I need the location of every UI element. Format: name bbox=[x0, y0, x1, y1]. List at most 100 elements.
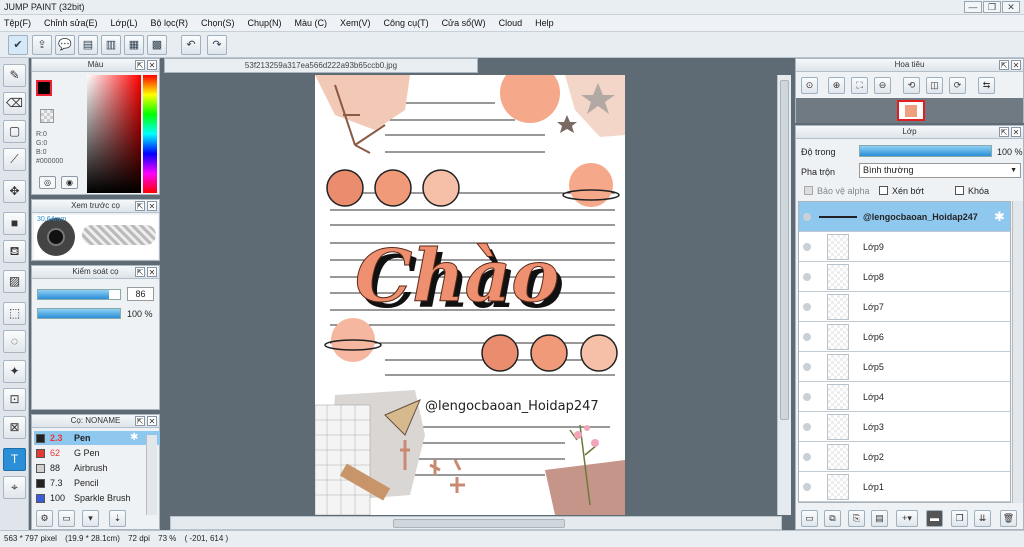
layer-row[interactable]: Lớp7 bbox=[799, 292, 1010, 322]
transparent-swatch[interactable] bbox=[40, 109, 54, 123]
rotate-reset-icon[interactable]: ◫ bbox=[926, 77, 943, 94]
eye-icon[interactable] bbox=[803, 483, 811, 491]
rotate-right-icon[interactable]: ⟳ bbox=[949, 77, 966, 94]
horizontal-scrollbar[interactable] bbox=[170, 516, 782, 530]
brush-size-value[interactable]: 86 bbox=[127, 287, 154, 301]
magic-wand-icon[interactable]: ✦ bbox=[3, 360, 26, 383]
brush-item-pencil[interactable]: 7.3 Pencil bbox=[34, 476, 160, 490]
zoom-out-icon[interactable]: ⊖ bbox=[874, 77, 891, 94]
brush-list-scrollbar[interactable] bbox=[146, 435, 157, 515]
layer-row[interactable]: Lớp4 bbox=[799, 382, 1010, 412]
eye-icon[interactable] bbox=[803, 333, 811, 341]
brush-tool-icon[interactable]: ✎ bbox=[3, 64, 26, 87]
add-layer-menu-icon[interactable]: +▾ bbox=[896, 510, 918, 527]
menu-edit[interactable]: Chỉnh sửa(E) bbox=[44, 18, 98, 28]
vertical-scroll-thumb[interactable] bbox=[780, 80, 789, 420]
menu-window[interactable]: Cửa sổ(W) bbox=[442, 18, 486, 28]
panel-float-icon[interactable]: ⇱ bbox=[135, 267, 145, 277]
bucket-tool-icon[interactable]: ⛾ bbox=[3, 240, 26, 263]
vertical-scrollbar[interactable] bbox=[777, 75, 791, 515]
panel-float-icon[interactable]: ⇱ bbox=[135, 416, 145, 426]
layer-list-scrollbar[interactable] bbox=[1012, 201, 1023, 503]
select-eraser-icon[interactable]: ⊠ bbox=[3, 416, 26, 439]
menu-filter[interactable]: Bộ lọc(R) bbox=[150, 18, 188, 28]
menu-help[interactable]: Help bbox=[535, 18, 554, 28]
minimize-button[interactable]: — bbox=[964, 1, 982, 13]
new-layer-copy-icon[interactable]: ⧉ bbox=[824, 510, 841, 527]
layer-opacity-slider[interactable] bbox=[859, 145, 992, 157]
panel-close-icon[interactable]: ✕ bbox=[147, 416, 157, 426]
duplicate-layer-icon[interactable]: ❐ bbox=[951, 510, 968, 527]
text-tool-icon[interactable]: T bbox=[3, 448, 26, 471]
brush-item-gpen[interactable]: 62 G Pen bbox=[34, 446, 160, 460]
gradient-tool-icon[interactable]: ▨ bbox=[3, 270, 26, 293]
brush-opacity-slider[interactable] bbox=[37, 308, 121, 319]
panel-close-icon[interactable]: ✕ bbox=[147, 267, 157, 277]
check-icon[interactable]: ✔ bbox=[8, 35, 28, 55]
document-tab[interactable]: 53f213259a317ea566d222a93b65ccb0.jpg bbox=[164, 58, 478, 73]
brush-menu-icon[interactable]: ▾ bbox=[82, 510, 99, 527]
eyedropper-tool-icon[interactable]: ⌖ bbox=[3, 476, 26, 499]
layer-row[interactable]: Lớp5 bbox=[799, 352, 1010, 382]
layer-row[interactable]: Lớp8 bbox=[799, 262, 1010, 292]
panel-float-icon[interactable]: ⇱ bbox=[135, 60, 145, 70]
color-wheel-icon[interactable]: ◎ bbox=[39, 176, 56, 189]
panel-float-icon[interactable]: ⇱ bbox=[135, 201, 145, 211]
export-icon[interactable]: ⇪ bbox=[32, 35, 52, 55]
rotate-left-icon[interactable]: ⟲ bbox=[903, 77, 920, 94]
page-icon[interactable]: ▦ bbox=[124, 35, 144, 55]
menu-view[interactable]: Xem(V) bbox=[340, 18, 371, 28]
menu-cloud[interactable]: Cloud bbox=[499, 18, 523, 28]
color-mixer-icon[interactable]: ◉ bbox=[61, 176, 78, 189]
redo-icon[interactable]: ↷ bbox=[207, 35, 227, 55]
panel-close-icon[interactable]: ✕ bbox=[147, 60, 157, 70]
eye-icon[interactable] bbox=[803, 453, 811, 461]
panel-float-icon[interactable]: ⇱ bbox=[999, 60, 1009, 70]
panel-float-icon[interactable]: ⇱ bbox=[999, 127, 1009, 137]
eye-icon[interactable] bbox=[803, 363, 811, 371]
merge-layer-icon[interactable]: ⇊ bbox=[974, 510, 991, 527]
menu-file[interactable]: Tệp(F) bbox=[4, 18, 31, 28]
select-pen-icon[interactable]: ⊡ bbox=[3, 388, 26, 411]
clipping-checkbox[interactable] bbox=[879, 186, 888, 195]
horizontal-scroll-thumb[interactable] bbox=[393, 519, 565, 528]
lasso-tool-icon[interactable]: ◌ bbox=[3, 330, 26, 353]
panel-close-icon[interactable]: ✕ bbox=[147, 201, 157, 211]
eye-icon[interactable] bbox=[803, 423, 811, 431]
menu-capture[interactable]: Chụp(N) bbox=[248, 18, 282, 28]
navigator-preview[interactable] bbox=[796, 98, 1023, 123]
rect-tool-icon[interactable]: ▢ bbox=[3, 120, 26, 143]
eye-icon[interactable] bbox=[803, 273, 811, 281]
layer-row[interactable]: Lớp3 bbox=[799, 412, 1010, 442]
foreground-color-swatch[interactable] bbox=[36, 80, 52, 96]
hue-slider[interactable] bbox=[143, 75, 157, 193]
maximize-button[interactable]: ❐ bbox=[983, 1, 1001, 13]
layer-properties-icon[interactable]: ▤ bbox=[871, 510, 888, 527]
blend-mode-select[interactable]: Bình thường ▼ bbox=[859, 163, 1021, 178]
brush-item-sparkle[interactable]: 100 Sparkle Brush bbox=[34, 491, 160, 505]
brush-item-airbrush[interactable]: 88 Airbrush bbox=[34, 461, 160, 475]
lock-checkbox[interactable] bbox=[955, 186, 964, 195]
move-tool-icon[interactable]: ✥ bbox=[3, 180, 26, 203]
trash-icon[interactable]: 🗑 bbox=[1000, 510, 1017, 527]
comment-icon[interactable]: 💬 bbox=[55, 35, 75, 55]
panel-close-icon[interactable]: ✕ bbox=[1011, 60, 1021, 70]
new-brush-icon[interactable]: ▭ bbox=[58, 510, 75, 527]
menu-layer[interactable]: Lớp(L) bbox=[111, 18, 138, 28]
panel-close-icon[interactable]: ✕ bbox=[1011, 127, 1021, 137]
layer-row-text[interactable]: @lengocbaoan_Hoidap247 ✱ bbox=[799, 202, 1010, 232]
eraser-tool-icon[interactable]: ⌫ bbox=[3, 92, 26, 115]
menu-tools[interactable]: Công cụ(T) bbox=[384, 18, 429, 28]
undo-icon[interactable]: ↶ bbox=[181, 35, 201, 55]
layer-row[interactable]: Lớp9 bbox=[799, 232, 1010, 262]
new-layer-icon[interactable]: ▭ bbox=[801, 510, 818, 527]
select-rect-icon[interactable]: ⬚ bbox=[3, 302, 26, 325]
brush-settings-icon[interactable]: ⚙ bbox=[36, 510, 53, 527]
layer-row[interactable]: Lớp6 bbox=[799, 322, 1010, 352]
close-button[interactable]: ✕ bbox=[1002, 1, 1020, 13]
eye-icon[interactable] bbox=[803, 213, 811, 221]
menu-color[interactable]: Màu (C) bbox=[295, 18, 328, 28]
protect-alpha-checkbox[interactable] bbox=[804, 186, 813, 195]
gear-icon[interactable]: ✱ bbox=[130, 431, 138, 445]
gear-icon[interactable]: ✱ bbox=[994, 209, 1005, 225]
